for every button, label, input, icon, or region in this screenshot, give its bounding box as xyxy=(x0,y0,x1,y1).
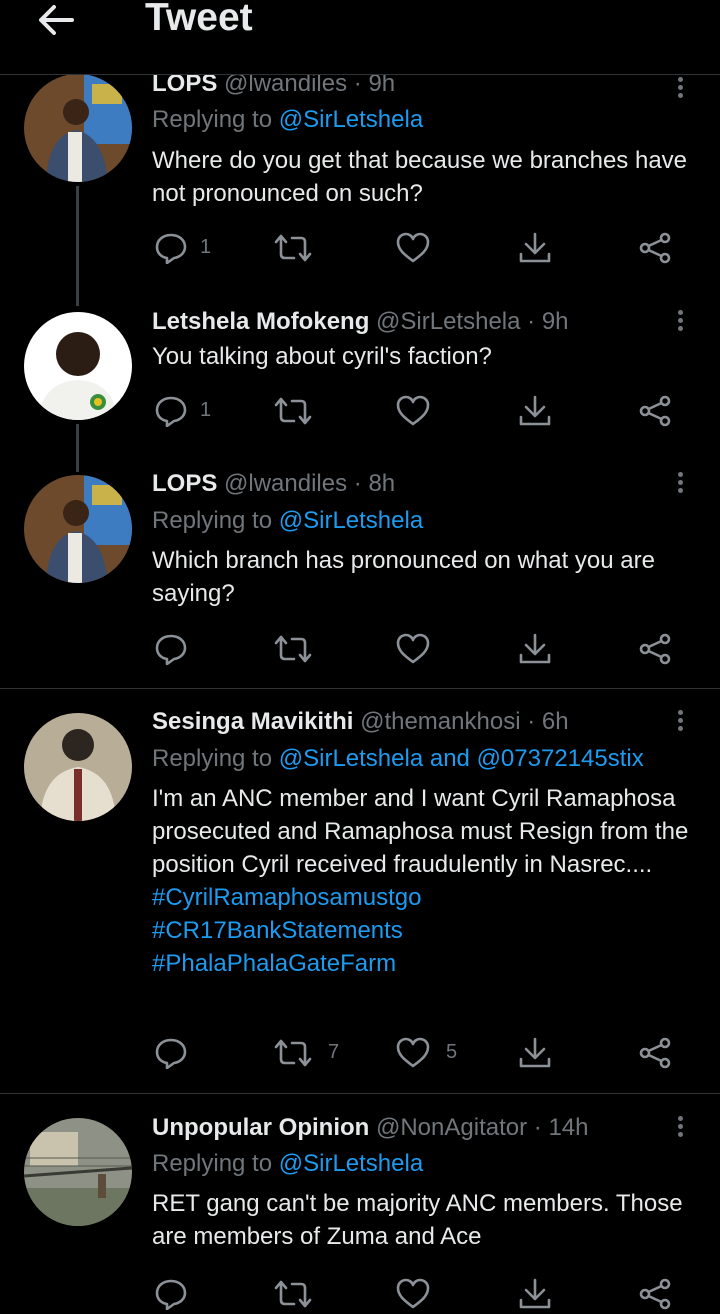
like-icon xyxy=(396,395,430,426)
retweet-icon xyxy=(274,1280,312,1308)
tweet-header: Unpopular Opinion @NonAgitator · 14h xyxy=(152,1113,588,1143)
share-icon xyxy=(639,1037,671,1069)
retweet-icon xyxy=(274,1039,312,1067)
separator: · xyxy=(353,470,362,497)
divider xyxy=(0,688,720,689)
replying-to: Replying to @SirLetshela xyxy=(152,105,423,135)
download-icon xyxy=(519,1037,551,1068)
replying-prefix: Replying to xyxy=(152,1150,273,1177)
like-icon xyxy=(396,232,430,263)
download-icon xyxy=(519,1278,551,1309)
more-icon xyxy=(670,310,690,331)
mention-link[interactable]: @SirLetshela xyxy=(279,106,423,133)
separator: · xyxy=(527,708,536,735)
mention-link[interactable]: @SirLetshela xyxy=(279,507,423,534)
action-bar: 7 5 xyxy=(152,1033,692,1073)
replying-to: Replying to @SirLetshela and @07372145st… xyxy=(152,744,644,774)
replying-prefix: Replying to xyxy=(152,507,273,534)
avatar[interactable] xyxy=(24,475,132,583)
action-bar: 1 xyxy=(152,228,692,268)
author-handle[interactable]: @lwandiles xyxy=(224,470,347,497)
reply-icon xyxy=(155,1279,187,1310)
download-icon xyxy=(519,395,551,426)
retweet-icon xyxy=(274,234,312,262)
more-icon xyxy=(670,710,690,731)
author-handle[interactable]: @SirLetshela xyxy=(376,308,520,335)
hashtag-link[interactable]: #CR17BankStatements xyxy=(152,914,697,947)
tweet-text: Which branch has pronounced on what you … xyxy=(152,547,655,607)
download-icon xyxy=(519,232,551,263)
replying-to: Replying to @SirLetshela xyxy=(152,1149,423,1179)
more-icon xyxy=(670,472,690,493)
timestamp[interactable]: 14h xyxy=(548,1114,588,1141)
action-bar xyxy=(152,1274,692,1314)
action-bar: 1 xyxy=(152,391,692,431)
back-button[interactable] xyxy=(34,2,78,38)
like-count: 5 xyxy=(446,1041,458,1063)
thread-line xyxy=(76,186,79,306)
share-icon xyxy=(639,1278,671,1310)
timestamp[interactable]: 9h xyxy=(542,308,569,335)
tweet-text: Where do you get that because we branche… xyxy=(152,147,688,207)
author-name[interactable]: Unpopular Opinion xyxy=(152,1114,369,1141)
more-button[interactable] xyxy=(670,308,690,338)
tweet-text: RET gang can't be majority ANC members. … xyxy=(152,1190,683,1250)
like-icon xyxy=(396,1037,430,1068)
share-icon xyxy=(639,633,671,665)
reply-icon xyxy=(155,233,187,264)
retweet-icon xyxy=(274,635,312,663)
hashtag-link[interactable]: #CyrilRamaphosamustgo xyxy=(152,881,697,914)
like-icon xyxy=(396,633,430,664)
retweet-icon xyxy=(274,397,312,425)
reply-count: 1 xyxy=(200,236,212,258)
replying-prefix: Replying to xyxy=(152,106,273,133)
header-bar: Tweet xyxy=(0,0,720,75)
tweet-header: LOPS @lwandiles · 8h xyxy=(152,469,395,499)
author-name[interactable]: Letshela Mofokeng xyxy=(152,308,369,335)
more-button[interactable] xyxy=(670,708,690,738)
thread-line xyxy=(76,424,79,472)
more-icon xyxy=(670,77,690,98)
arrow-left-icon xyxy=(39,5,74,35)
author-name[interactable]: LOPS xyxy=(152,470,217,497)
tweet-text-body: I'm an ANC member and I want Cyril Ramap… xyxy=(152,785,689,878)
tweet-header: Sesinga Mavikithi @themankhosi · 6h xyxy=(152,707,569,737)
retweet-count: 7 xyxy=(328,1041,340,1063)
replying-prefix: Replying to xyxy=(152,745,273,772)
page-title: Tweet xyxy=(145,0,253,39)
reply-count: 1 xyxy=(200,399,212,421)
tweet-text: I'm an ANC member and I want Cyril Ramap… xyxy=(152,782,697,980)
timestamp[interactable]: 8h xyxy=(368,470,395,497)
reply-icon xyxy=(155,634,187,665)
avatar[interactable] xyxy=(24,1118,132,1226)
avatar[interactable] xyxy=(24,74,132,182)
more-icon xyxy=(670,1116,690,1137)
download-icon xyxy=(519,633,551,664)
action-bar xyxy=(152,629,692,669)
tweet-header: Letshela Mofokeng @SirLetshela · 9h xyxy=(152,307,569,337)
share-icon xyxy=(639,232,671,264)
separator: · xyxy=(533,1114,542,1141)
mention-link[interactable]: @SirLetshela and @07372145stix xyxy=(279,745,644,772)
reply-icon xyxy=(155,1038,187,1069)
tweet-text: You talking about cyril's faction? xyxy=(152,343,492,370)
hashtag-link[interactable]: #PhalaPhalaGateFarm xyxy=(152,947,697,980)
like-icon xyxy=(396,1278,430,1309)
share-icon xyxy=(639,395,671,427)
author-handle[interactable]: @themankhosi xyxy=(360,708,520,735)
reply-icon xyxy=(155,396,187,427)
separator: · xyxy=(527,308,536,335)
timestamp[interactable]: 6h xyxy=(542,708,569,735)
avatar[interactable] xyxy=(24,312,132,420)
author-name[interactable]: Sesinga Mavikithi xyxy=(152,708,353,735)
divider xyxy=(0,1093,720,1094)
more-button[interactable] xyxy=(670,1114,690,1144)
more-button[interactable] xyxy=(670,75,690,105)
more-button[interactable] xyxy=(670,470,690,500)
mention-link[interactable]: @SirLetshela xyxy=(279,1150,423,1177)
avatar[interactable] xyxy=(24,713,132,821)
author-handle[interactable]: @NonAgitator xyxy=(376,1114,527,1141)
replying-to: Replying to @SirLetshela xyxy=(152,506,423,536)
